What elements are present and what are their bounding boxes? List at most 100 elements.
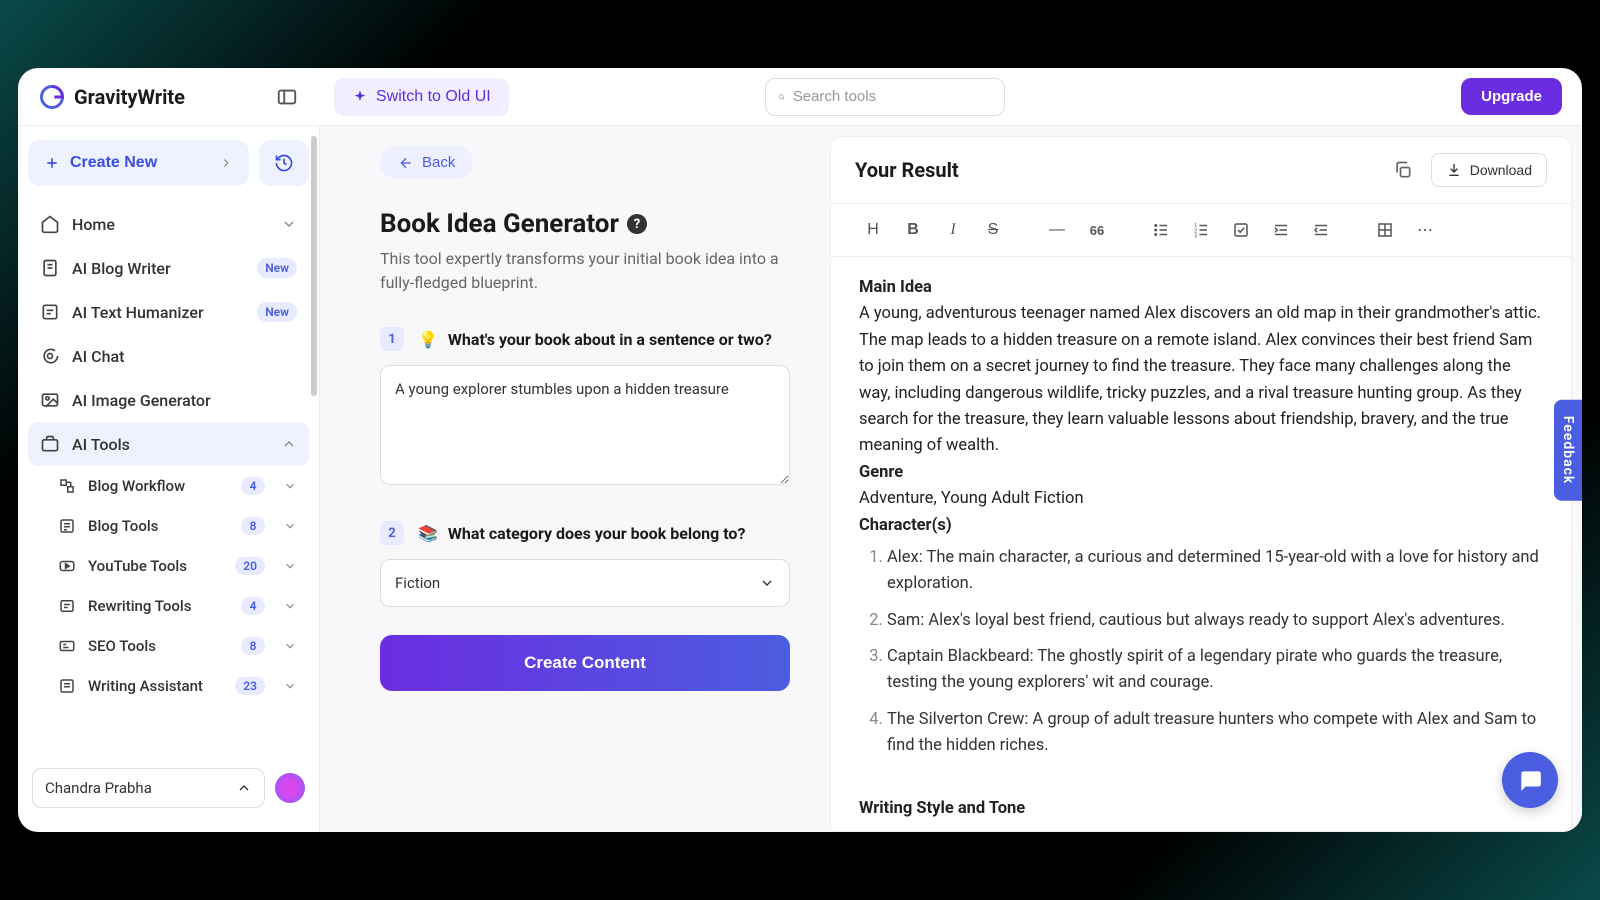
category-select[interactable]: Fiction bbox=[380, 559, 790, 607]
book-about-textarea[interactable] bbox=[380, 365, 790, 485]
search-icon bbox=[778, 88, 785, 106]
switch-ui-button[interactable]: Switch to Old UI bbox=[334, 78, 509, 116]
arrow-left-icon bbox=[398, 155, 414, 171]
bold-button[interactable]: B bbox=[895, 212, 931, 248]
character-item: The Silverton Crew: A group of adult tre… bbox=[887, 707, 1543, 760]
create-new-button[interactable]: Create New bbox=[28, 140, 249, 186]
checklist-button[interactable] bbox=[1223, 212, 1259, 248]
tool-blog-workflow[interactable]: Blog Workflow 4 bbox=[28, 466, 309, 506]
strike-button[interactable]: S bbox=[975, 212, 1011, 248]
chat-bubble-icon bbox=[1517, 767, 1543, 793]
feedback-tab[interactable]: Feedback bbox=[1554, 400, 1582, 501]
question-1-label: 1 💡 What's your book about in a sentence… bbox=[380, 327, 790, 351]
search-input-wrap[interactable] bbox=[765, 78, 1005, 116]
bullet-list-button[interactable] bbox=[1143, 212, 1179, 248]
count-badge: 4 bbox=[241, 597, 265, 615]
checklist-icon bbox=[1232, 221, 1250, 239]
new-badge: New bbox=[257, 258, 297, 278]
svg-text:3: 3 bbox=[1194, 234, 1197, 240]
list-ul-icon bbox=[1152, 221, 1170, 239]
count-badge: 8 bbox=[241, 517, 265, 535]
question-2-label: 2 📚 What category does your book belong … bbox=[380, 521, 790, 545]
count-badge: 8 bbox=[241, 637, 265, 655]
search-input[interactable] bbox=[793, 88, 992, 105]
chevron-up-icon bbox=[281, 436, 297, 452]
nav-blog-writer[interactable]: AI Blog Writer New bbox=[28, 246, 309, 290]
nav-ai-chat[interactable]: AI Chat bbox=[28, 334, 309, 378]
history-icon bbox=[274, 153, 294, 173]
chevron-down-icon bbox=[283, 519, 297, 533]
more-button[interactable]: ⋯ bbox=[1407, 212, 1443, 248]
upgrade-button[interactable]: Upgrade bbox=[1461, 78, 1562, 115]
assistant-icon bbox=[58, 677, 76, 695]
character-item: Captain Blackbeard: The ghostly spirit o… bbox=[887, 644, 1543, 697]
blog-icon bbox=[58, 517, 76, 535]
logo-icon bbox=[38, 83, 66, 111]
chevron-right-icon bbox=[219, 156, 233, 170]
indent-icon bbox=[1272, 221, 1290, 239]
tool-youtube-tools[interactable]: YouTube Tools 20 bbox=[28, 546, 309, 586]
plus-icon bbox=[44, 155, 60, 171]
copy-icon bbox=[1393, 160, 1413, 180]
help-icon[interactable]: ? bbox=[627, 214, 647, 234]
chevron-down-icon bbox=[281, 216, 297, 232]
panel-toggle-icon[interactable] bbox=[276, 86, 298, 108]
chevron-down-icon bbox=[283, 559, 297, 573]
chat-fab[interactable] bbox=[1502, 752, 1558, 808]
nav-ai-tools[interactable]: AI Tools bbox=[28, 422, 309, 466]
image-icon bbox=[40, 390, 60, 410]
editor-toolbar: H B I S — 66 123 ⋯ bbox=[831, 203, 1571, 257]
create-content-button[interactable]: Create Content bbox=[380, 635, 790, 691]
indent-button[interactable] bbox=[1263, 212, 1299, 248]
number-list-button[interactable]: 123 bbox=[1183, 212, 1219, 248]
seo-icon bbox=[58, 637, 76, 655]
chat-icon bbox=[40, 346, 60, 366]
copy-button[interactable] bbox=[1387, 154, 1419, 186]
outdent-button[interactable] bbox=[1303, 212, 1339, 248]
result-content[interactable]: Main Idea A young, adventurous teenager … bbox=[831, 257, 1571, 831]
back-button[interactable]: Back bbox=[380, 146, 473, 179]
rewrite-icon bbox=[58, 597, 76, 615]
brand-name: GravityWrite bbox=[74, 85, 185, 109]
document-icon bbox=[40, 258, 60, 278]
tool-rewriting-tools[interactable]: Rewriting Tools 4 bbox=[28, 586, 309, 626]
download-icon bbox=[1446, 162, 1462, 178]
video-icon bbox=[58, 557, 76, 575]
table-button[interactable] bbox=[1367, 212, 1403, 248]
character-item: Alex: The main character, a curious and … bbox=[887, 545, 1543, 598]
outdent-icon bbox=[1312, 221, 1330, 239]
italic-button[interactable]: I bbox=[935, 212, 971, 248]
history-button[interactable] bbox=[259, 140, 309, 186]
chevron-down-icon bbox=[283, 479, 297, 493]
tool-seo-tools[interactable]: SEO Tools 8 bbox=[28, 626, 309, 666]
heading-button[interactable]: H bbox=[855, 212, 891, 248]
count-badge: 20 bbox=[235, 557, 265, 575]
nav-image-generator[interactable]: AI Image Generator bbox=[28, 378, 309, 422]
avatar[interactable] bbox=[275, 773, 305, 803]
home-icon bbox=[40, 214, 60, 234]
text-icon bbox=[40, 302, 60, 322]
tool-blog-tools[interactable]: Blog Tools 8 bbox=[28, 506, 309, 546]
nav-text-humanizer[interactable]: AI Text Humanizer New bbox=[28, 290, 309, 334]
chevron-down-icon bbox=[759, 575, 775, 591]
page-title: Book Idea Generator ? bbox=[380, 209, 790, 239]
workflow-icon bbox=[58, 477, 76, 495]
chevron-down-icon bbox=[283, 679, 297, 693]
nav-home[interactable]: Home bbox=[28, 202, 309, 246]
table-icon bbox=[1376, 221, 1394, 239]
result-title: Your Result bbox=[855, 158, 959, 182]
count-badge: 23 bbox=[235, 677, 265, 695]
user-menu[interactable]: Chandra Prabha bbox=[32, 768, 265, 808]
chevron-down-icon bbox=[283, 599, 297, 613]
sidebar-scrollbar[interactable] bbox=[311, 136, 317, 396]
briefcase-icon bbox=[40, 434, 60, 454]
character-item: Sam: Alex's loyal best friend, cautious … bbox=[887, 608, 1543, 634]
quote-button[interactable]: 66 bbox=[1079, 212, 1115, 248]
chevron-up-icon bbox=[236, 780, 252, 796]
download-button[interactable]: Download bbox=[1431, 153, 1547, 187]
hr-button[interactable]: — bbox=[1039, 212, 1075, 248]
count-badge: 4 bbox=[241, 477, 265, 495]
new-badge: New bbox=[257, 302, 297, 322]
chevron-down-icon bbox=[283, 639, 297, 653]
tool-writing-assistant[interactable]: Writing Assistant 23 bbox=[28, 666, 309, 706]
